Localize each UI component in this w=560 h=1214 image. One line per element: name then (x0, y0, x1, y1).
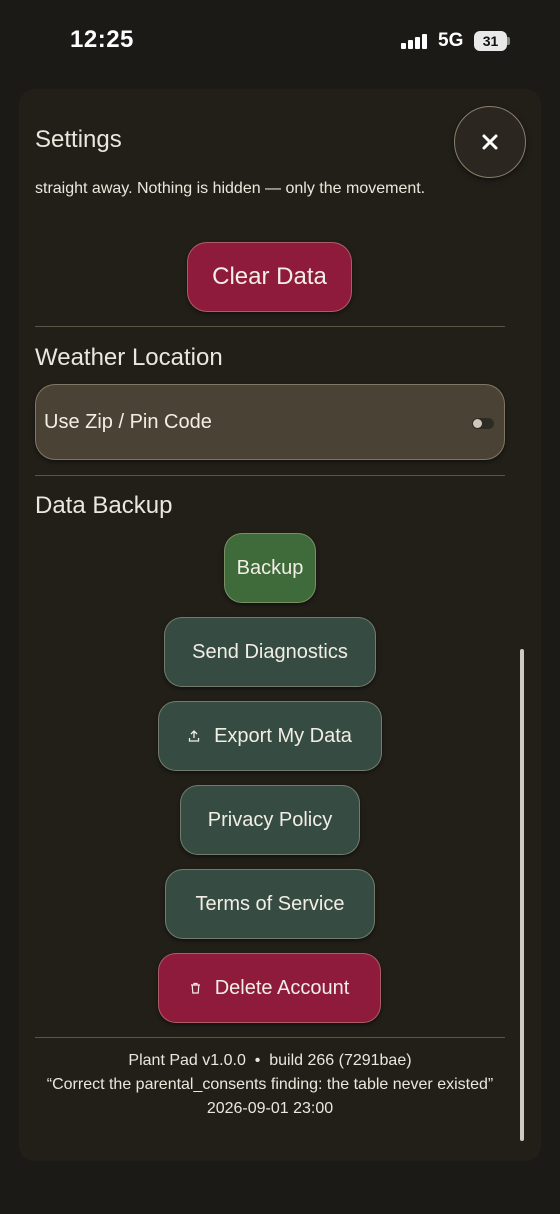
battery-level: 31 (482, 33, 499, 49)
battery-icon: 31 (474, 31, 510, 51)
zip-code-switch[interactable] (472, 418, 494, 429)
app-info-footer: Plant Pad v1.0.0 • build 266 (7291bae) “… (35, 1049, 505, 1121)
close-icon (482, 134, 498, 150)
privacy-policy-label: Privacy Policy (207, 808, 333, 831)
divider (35, 326, 505, 327)
export-data-label: Export My Data (214, 724, 352, 747)
send-diagnostics-button[interactable]: Send Diagnostics (164, 617, 376, 687)
clear-data-label: Clear Data (212, 263, 327, 290)
settings-sheet: Settings straight away. Nothing is hidde… (19, 89, 541, 1161)
divider (35, 475, 505, 476)
privacy-description: straight away. Nothing is hidden — only … (35, 180, 426, 197)
weather-location-title: Weather Location (35, 344, 223, 371)
export-data-button[interactable]: Export My Data (158, 701, 382, 771)
backup-label: Backup (236, 556, 304, 579)
build-timestamp: 2026-09-01 23:00 (206, 1100, 334, 1117)
switch-knob (473, 419, 482, 428)
cellular-signal-icon (401, 33, 431, 49)
divider (35, 1037, 505, 1038)
commit-message: “Correct the parental_consents finding: … (46, 1076, 494, 1093)
status-bar: 12:25 5G 31 (0, 0, 560, 80)
privacy-policy-button[interactable]: Privacy Policy (180, 785, 360, 855)
network-type: 5G (438, 30, 464, 51)
status-time: 12:25 (70, 26, 134, 53)
trash-icon (190, 982, 201, 994)
data-backup-title: Data Backup (35, 492, 173, 519)
delete-account-button[interactable]: Delete Account (158, 953, 381, 1023)
version-line: Plant Pad v1.0.0 • build 266 (7291bae) (128, 1052, 412, 1069)
upload-icon (188, 730, 200, 742)
scrollbar[interactable] (520, 649, 524, 1141)
send-diagnostics-label: Send Diagnostics (192, 640, 348, 663)
backup-button[interactable]: Backup (224, 533, 316, 603)
clear-data-button[interactable]: Clear Data (187, 242, 352, 312)
terms-of-service-button[interactable]: Terms of Service (165, 869, 375, 939)
zip-code-toggle-row[interactable]: Use Zip / Pin Code (35, 384, 505, 460)
zip-code-label: Use Zip / Pin Code (44, 411, 212, 433)
delete-account-label: Delete Account (214, 976, 350, 999)
close-button[interactable] (454, 106, 526, 178)
terms-of-service-label: Terms of Service (195, 892, 345, 915)
sheet-title: Settings (35, 126, 122, 153)
